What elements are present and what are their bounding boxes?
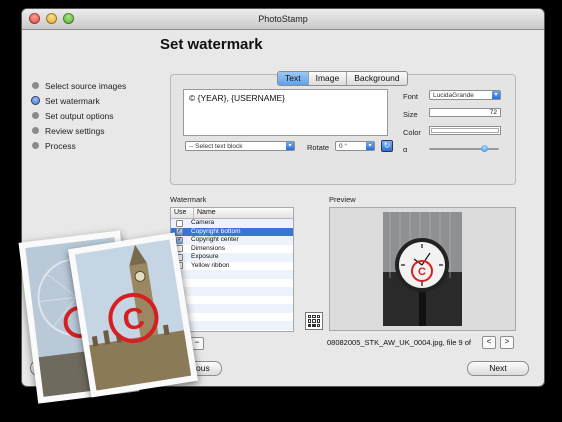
watermark-name: Yellow ribbon: [191, 261, 230, 269]
step-status-icon: [32, 82, 39, 89]
use-column-header[interactable]: Use: [171, 208, 194, 218]
color-label: Color: [403, 128, 421, 137]
table-row[interactable]: Dimensions: [171, 245, 293, 254]
window-title: PhotoStamp: [258, 14, 308, 24]
use-checkbox[interactable]: ✓: [176, 228, 183, 235]
previous-file-button[interactable]: <: [482, 336, 496, 349]
rotate-icon[interactable]: ↻: [381, 140, 393, 152]
rotate-select[interactable]: 0 ° ▾: [335, 141, 375, 151]
wizard-step-label: Review settings: [45, 125, 105, 136]
tab-background[interactable]: Background: [347, 72, 406, 85]
preview-section-label: Preview: [329, 195, 356, 204]
table-row[interactable]: ✓ Copyright center: [171, 236, 293, 245]
watermark-name: Camera: [191, 219, 215, 226]
watermark-settings-panel: Text Image Background © {YEAR}, {USERNAME}…: [170, 71, 516, 185]
step-status-icon: [32, 142, 39, 149]
rotate-value: 0 °: [339, 143, 348, 150]
close-window-button[interactable]: [29, 13, 40, 24]
watermark-name: Copyright center: [191, 236, 239, 243]
chevron-down-icon: ▾: [492, 91, 500, 99]
wizard-step[interactable]: Set output options: [32, 108, 126, 123]
watermark-table[interactable]: Use Name Camera ✓ Copyright bottom ✓ Copyrig…: [170, 207, 294, 332]
watermark-section-label: Watermark: [170, 195, 207, 204]
size-label: Size: [403, 110, 418, 119]
wizard-step[interactable]: Process: [32, 138, 126, 153]
font-value: LucidaGrande: [433, 92, 474, 99]
wizard-step-label: Process: [45, 140, 76, 151]
empty-row: [171, 296, 293, 305]
size-field[interactable]: 72: [429, 108, 501, 117]
next-button[interactable]: Next: [467, 361, 529, 376]
minimize-window-button[interactable]: [46, 13, 57, 24]
empty-row: [171, 279, 293, 288]
svg-text:C: C: [418, 266, 426, 278]
next-file-button[interactable]: >: [500, 336, 514, 349]
table-row[interactable]: Yellow ribbon: [171, 262, 293, 271]
use-checkbox[interactable]: ✓: [176, 236, 183, 244]
sample-photo-front: C: [67, 232, 199, 398]
wizard-step-label: Set watermark: [45, 95, 100, 106]
table-row[interactable]: Camera: [171, 219, 293, 228]
rotate-label: Rotate: [307, 143, 330, 152]
page-title: Set watermark: [160, 36, 263, 53]
wizard-step[interactable]: Select source images: [32, 78, 126, 93]
step-status-icon: [32, 97, 39, 104]
position-grid-icon[interactable]: [305, 312, 323, 330]
table-header: Use Name: [171, 208, 293, 219]
name-column-header[interactable]: Name: [194, 208, 293, 218]
font-label: Font: [403, 92, 419, 101]
title-bar: PhotoStamp: [22, 9, 544, 30]
watermark-name: Copyright bottom: [191, 227, 241, 235]
mode-tabs: Text Image Background: [277, 71, 408, 86]
zoom-window-button[interactable]: [63, 13, 74, 24]
wizard-step[interactable]: Set watermark: [32, 93, 126, 108]
watermark-name: Exposure: [191, 253, 219, 260]
preview-image: C: [383, 212, 462, 326]
color-well[interactable]: [429, 126, 501, 135]
preview-pane: C: [329, 207, 516, 331]
step-status-icon: [32, 127, 39, 134]
alpha-slider-knob[interactable]: [481, 145, 488, 152]
file-info-text: 08082005_STK_AW_UK_0004.jpg, file 9 of: [327, 338, 471, 347]
text-block-select[interactable]: -- Select text block ▾: [185, 141, 295, 151]
empty-row: [171, 304, 293, 313]
watermark-text-input[interactable]: © {YEAR}, {USERNAME}: [183, 89, 388, 136]
watermark-name: Dimensions: [191, 244, 225, 252]
font-select[interactable]: LucidaGrande ▾: [429, 90, 501, 100]
step-status-icon: [32, 112, 39, 119]
big-ben-photo: C: [74, 239, 192, 391]
wizard-step-label: Select source images: [45, 80, 127, 91]
wizard-steps: Select source images Set watermark Set out…: [32, 78, 126, 153]
tab-text[interactable]: Text: [278, 72, 309, 85]
alpha-slider[interactable]: [429, 145, 499, 152]
use-checkbox[interactable]: [176, 219, 183, 227]
empty-row: [171, 287, 293, 296]
wizard-step-label: Set output options: [45, 110, 114, 121]
empty-row: [171, 313, 293, 322]
empty-row: [171, 270, 293, 279]
wizard-step[interactable]: Review settings: [32, 123, 126, 138]
chevron-down-icon: ▾: [286, 142, 294, 150]
tab-image[interactable]: Image: [309, 72, 348, 85]
table-row[interactable]: ✓ Copyright bottom: [171, 227, 293, 236]
text-block-select-value: -- Select text block: [189, 143, 243, 150]
table-row[interactable]: Exposure: [171, 253, 293, 262]
alpha-label: α: [403, 145, 408, 154]
watermark-rows: Camera ✓ Copyright bottom ✓ Copyright center…: [171, 219, 293, 330]
chevron-down-icon: ▾: [366, 142, 374, 150]
